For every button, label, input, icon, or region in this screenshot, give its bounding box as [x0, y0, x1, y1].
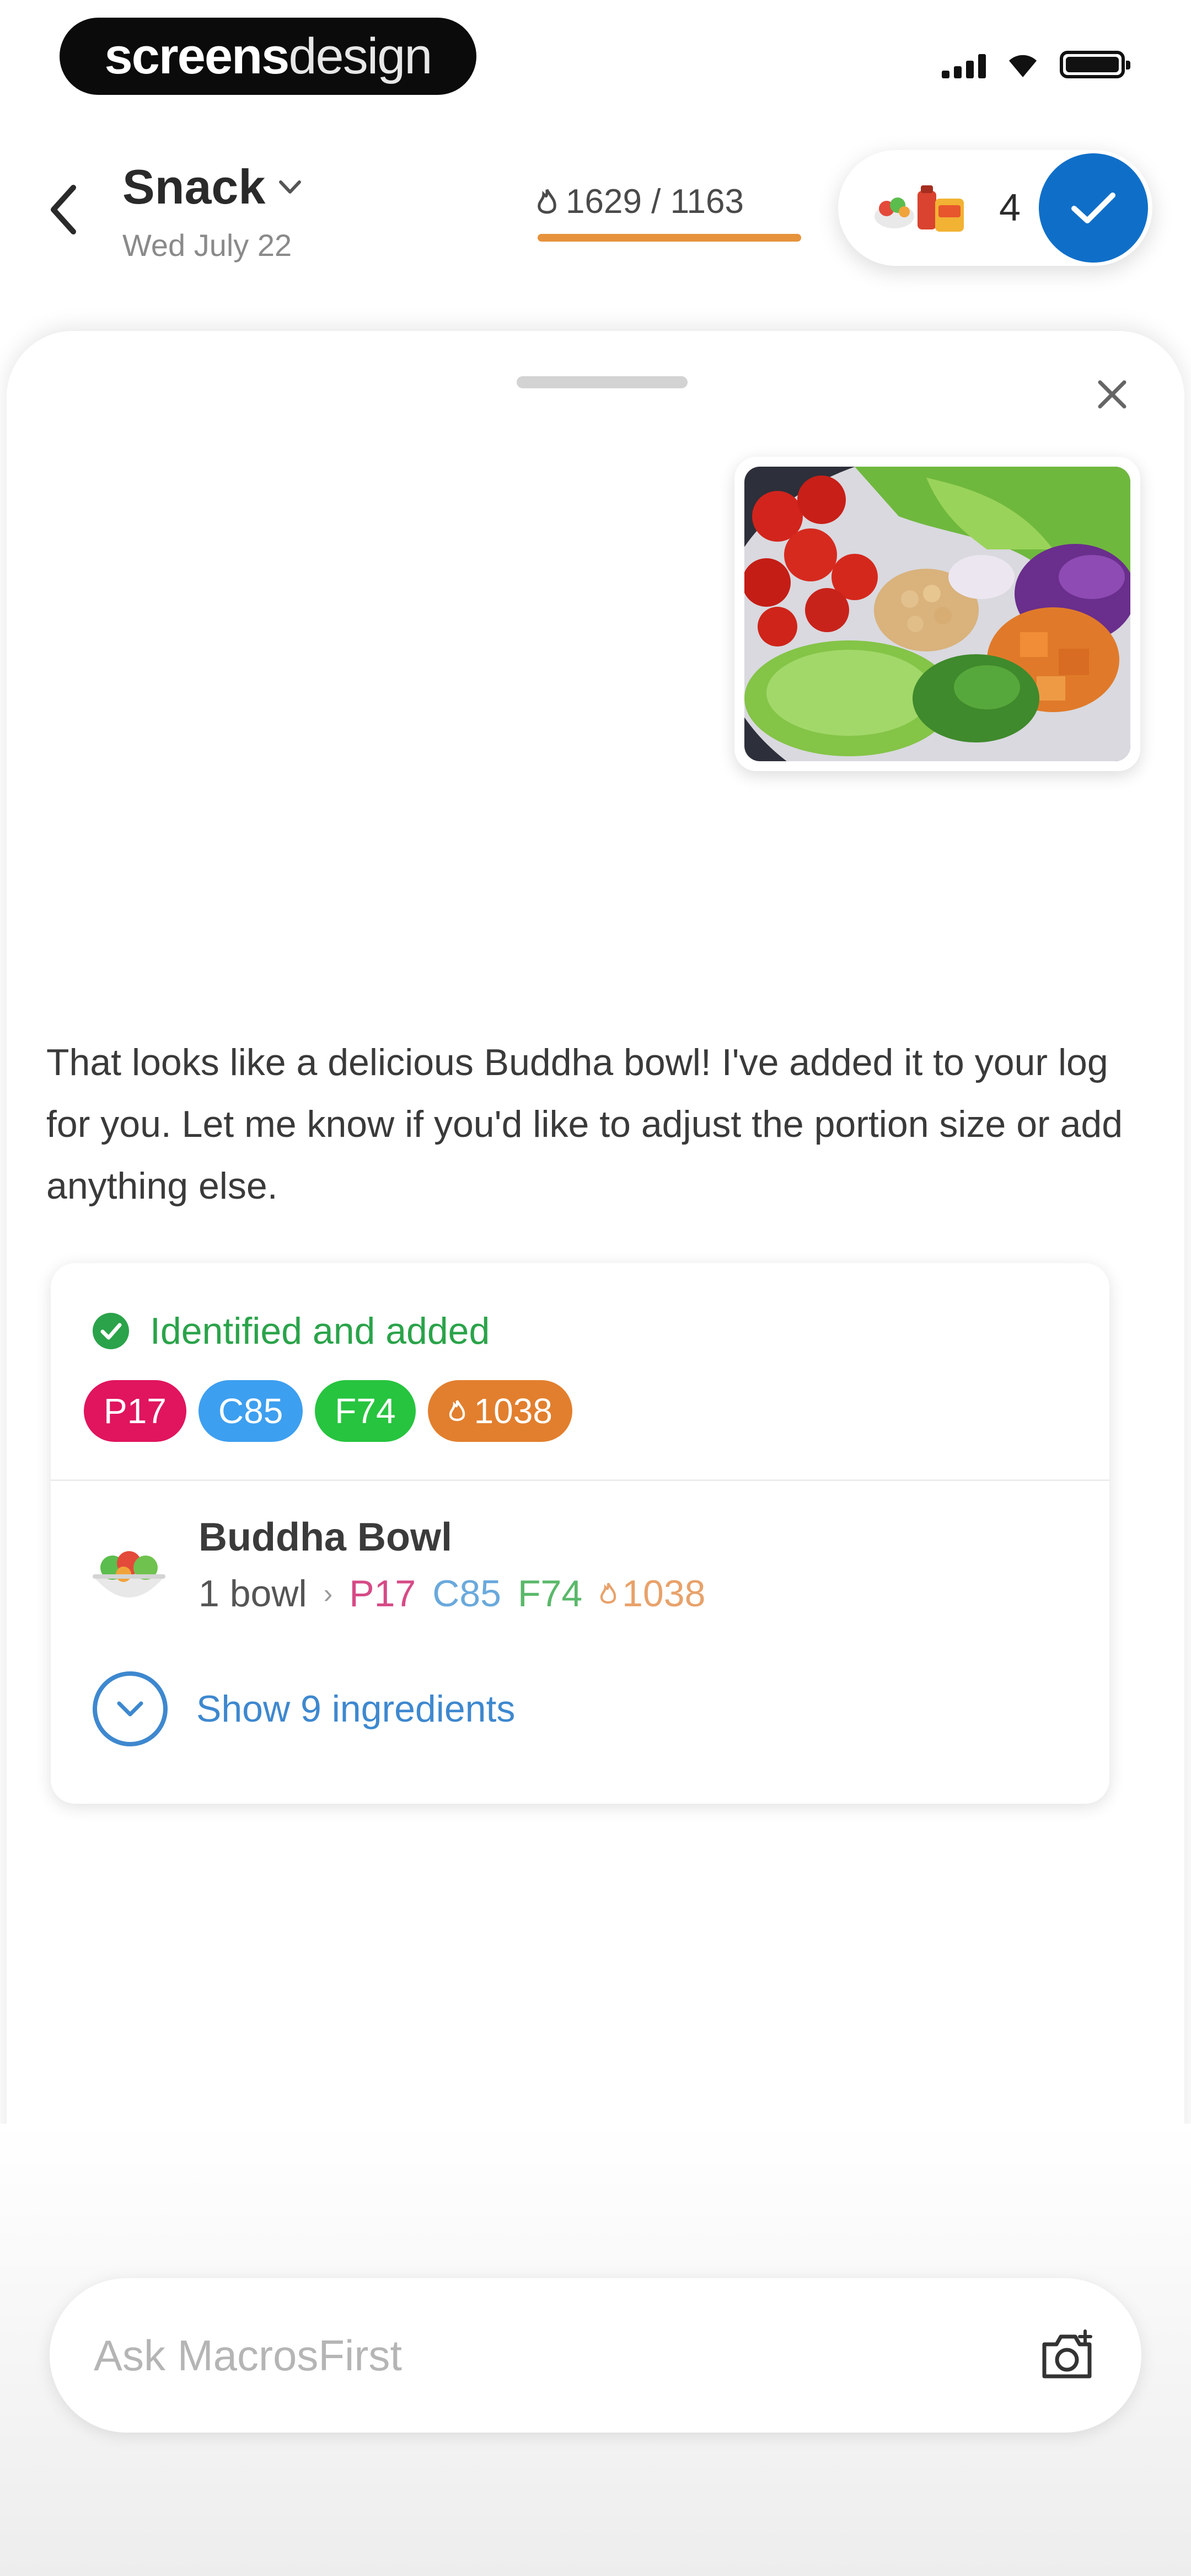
ask-input[interactable]	[50, 2278, 1141, 2433]
item-carbs: C85	[432, 1573, 501, 1615]
close-icon	[1098, 380, 1126, 409]
brand-name-light: design	[288, 28, 432, 84]
brand-badge: screens design	[60, 18, 476, 95]
food-item-name[interactable]: Buddha Bowl	[198, 1515, 452, 1560]
salad-bowl-icon	[93, 1551, 165, 1597]
battery-icon	[1060, 51, 1130, 78]
meal-date: Wed July 22	[122, 228, 292, 263]
brand-name-bold: screens	[104, 28, 290, 84]
camera-button[interactable]	[1031, 2322, 1103, 2388]
protein-chip: P17	[84, 1380, 186, 1442]
show-ingredients-label: Show 9 ingredients	[196, 1688, 516, 1730]
assistant-reply: That looks like a delicious Buddha bowl!…	[46, 1041, 1123, 1207]
item-protein: P17	[349, 1573, 416, 1615]
cellular-signal-icon	[942, 54, 986, 78]
item-calories-value: 1038	[622, 1573, 706, 1615]
calories-chip-value: 1038	[474, 1391, 552, 1431]
chevron-down-circle-icon	[93, 1671, 168, 1746]
camera-icon	[1042, 2329, 1092, 2379]
checkmark-icon	[1071, 193, 1115, 223]
logged-food-count: 4	[999, 186, 1021, 229]
close-button[interactable]	[1082, 364, 1142, 425]
confirm-button[interactable]	[1039, 153, 1148, 263]
calorie-counter-text: 1629 / 1163	[566, 183, 744, 221]
separator-icon: ›	[323, 1578, 333, 1609]
check-circle-icon	[93, 1313, 129, 1349]
carbs-chip: C85	[198, 1380, 303, 1442]
flame-icon	[538, 189, 556, 213]
calorie-progress-bar	[538, 234, 801, 242]
item-fat: F74	[517, 1573, 583, 1615]
chevron-down-icon	[279, 180, 302, 194]
card-divider	[51, 1479, 1109, 1481]
meal-selector[interactable]: Snack	[122, 159, 303, 215]
chevron-left-icon	[51, 185, 76, 234]
user-photo-message[interactable]	[717, 450, 1191, 814]
food-item-details: 1 bowl › P17 C85 F74 1038	[198, 1572, 705, 1615]
fat-chip: F74	[315, 1380, 416, 1442]
status-icons	[942, 51, 1130, 78]
buddha-bowl-photo	[717, 450, 1191, 814]
macro-chips: P17 C85 F74 1038	[84, 1380, 572, 1442]
show-ingredients-button[interactable]: Show 9 ingredients	[93, 1671, 515, 1746]
food-item-quantity: 1 bowl	[198, 1573, 307, 1615]
food-items-icon	[875, 185, 964, 232]
identified-status-text: Identified and added	[150, 1310, 490, 1352]
food-log-card: Identified and added P17 C85 F74 1038 Bu…	[51, 1263, 1109, 1804]
meal-name: Snack	[122, 159, 266, 214]
calorie-counter[interactable]: 1629 / 1163	[536, 182, 744, 221]
calories-chip: 1038	[427, 1380, 572, 1442]
identified-status: Identified and added	[92, 1310, 490, 1353]
wifi-icon	[1009, 55, 1037, 77]
flame-icon	[449, 1400, 465, 1421]
sheet-drag-handle[interactable]	[517, 376, 688, 388]
flame-icon	[600, 1583, 616, 1604]
item-calories: 1038	[599, 1572, 705, 1615]
app-screen: screens design Snack Wed July 22 1629 / 1…	[0, 0, 1191, 2576]
back-button[interactable]	[39, 177, 88, 243]
